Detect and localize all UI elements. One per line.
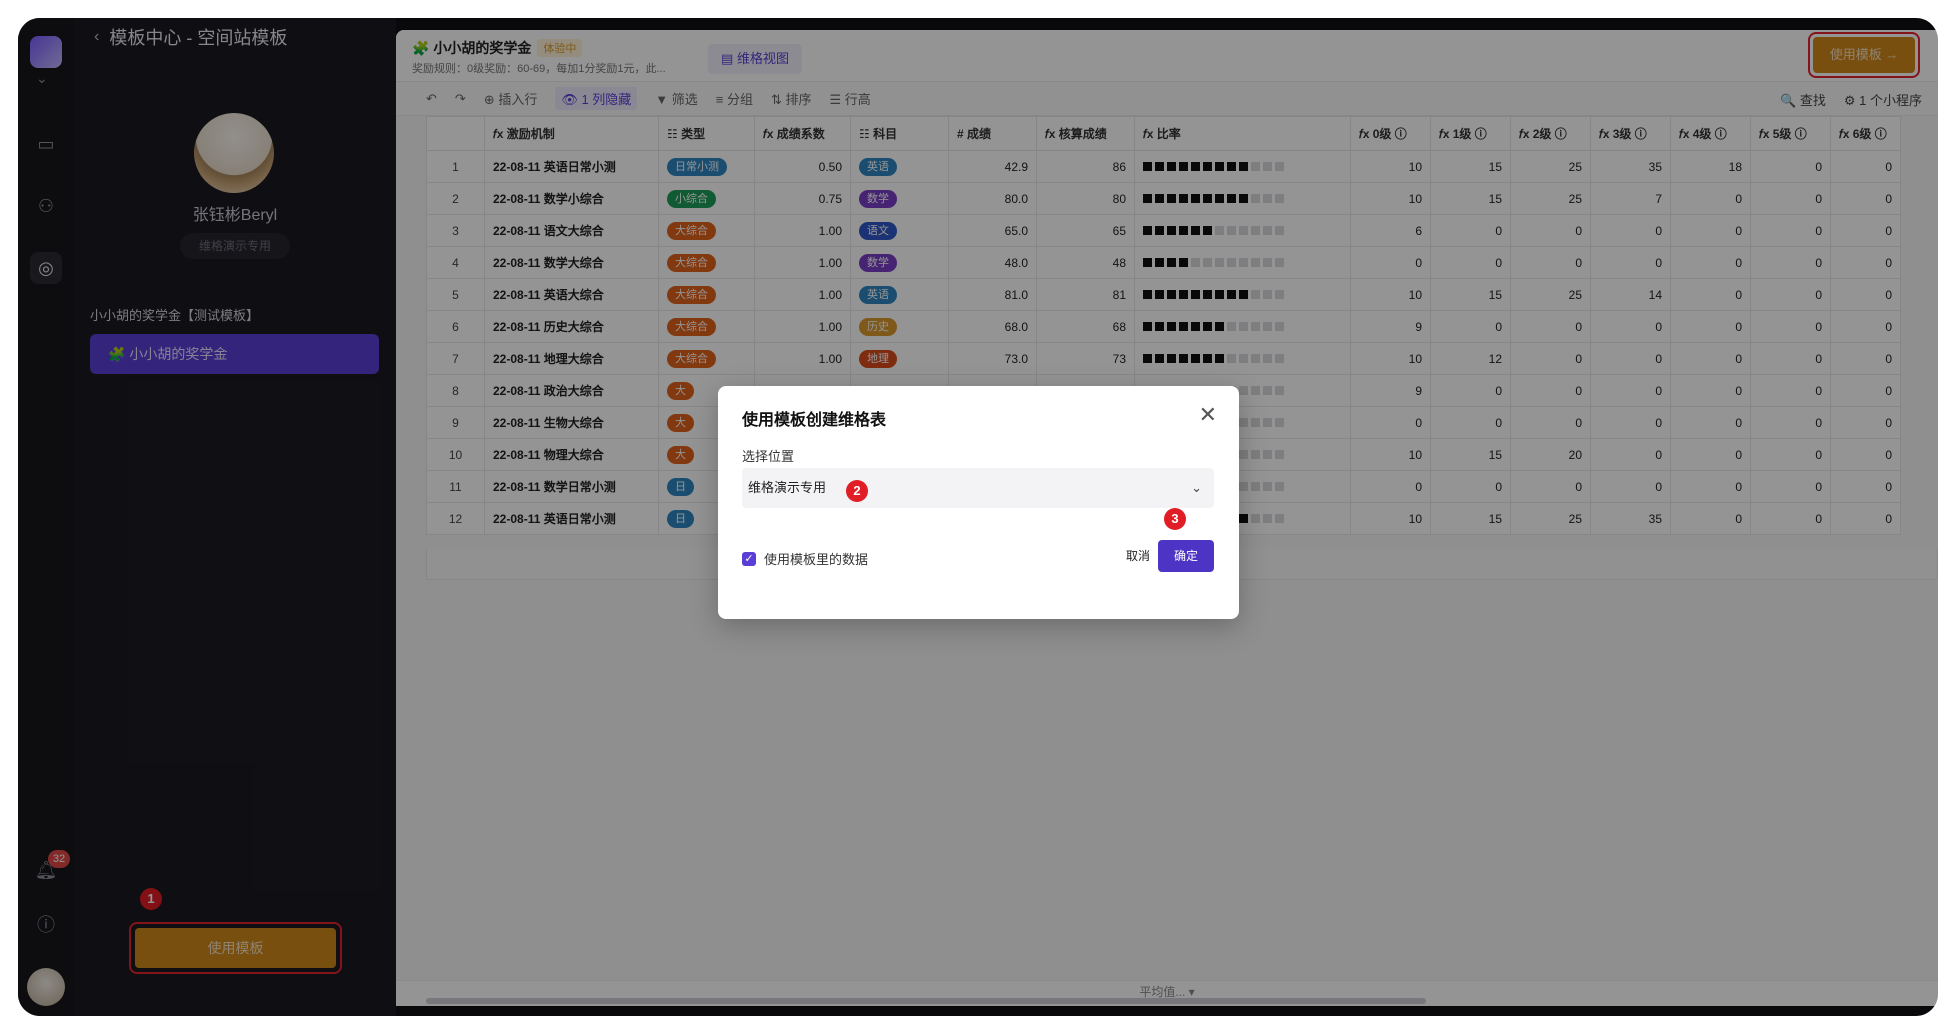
use-data-label: 使用模板里的数据 <box>764 552 869 567</box>
chevron-down-icon: ⌄ <box>1191 480 1202 495</box>
create-from-template-dialog: 使用模板创建维格表 ✕ 选择位置 维格演示专用 ⌄ 2 3 ✓ 使用模板里的数据… <box>718 386 1239 619</box>
step-marker-3: 3 <box>1164 508 1186 530</box>
location-label: 选择位置 <box>742 449 795 464</box>
step-marker-2: 2 <box>846 480 868 502</box>
dialog-title: 使用模板创建维格表 <box>742 412 887 429</box>
use-data-checkbox[interactable]: ✓ 使用模板里的数据 <box>742 549 868 568</box>
confirm-button[interactable]: 确定 <box>1158 540 1214 572</box>
close-icon[interactable]: ✕ <box>1199 402 1217 428</box>
cancel-button[interactable]: 取消 <box>1114 541 1162 571</box>
location-select-value: 维格演示专用 <box>748 480 827 495</box>
checkbox-checked-icon[interactable]: ✓ <box>742 551 756 566</box>
app-window: ⌄ ▭ ⚇ ◎ 🔔︎ 32 ⓘ ‹ 模板中心 - 空间站模板 张钰彬Beryl … <box>18 18 1938 1016</box>
location-select[interactable]: 维格演示专用 ⌄ <box>742 468 1214 508</box>
